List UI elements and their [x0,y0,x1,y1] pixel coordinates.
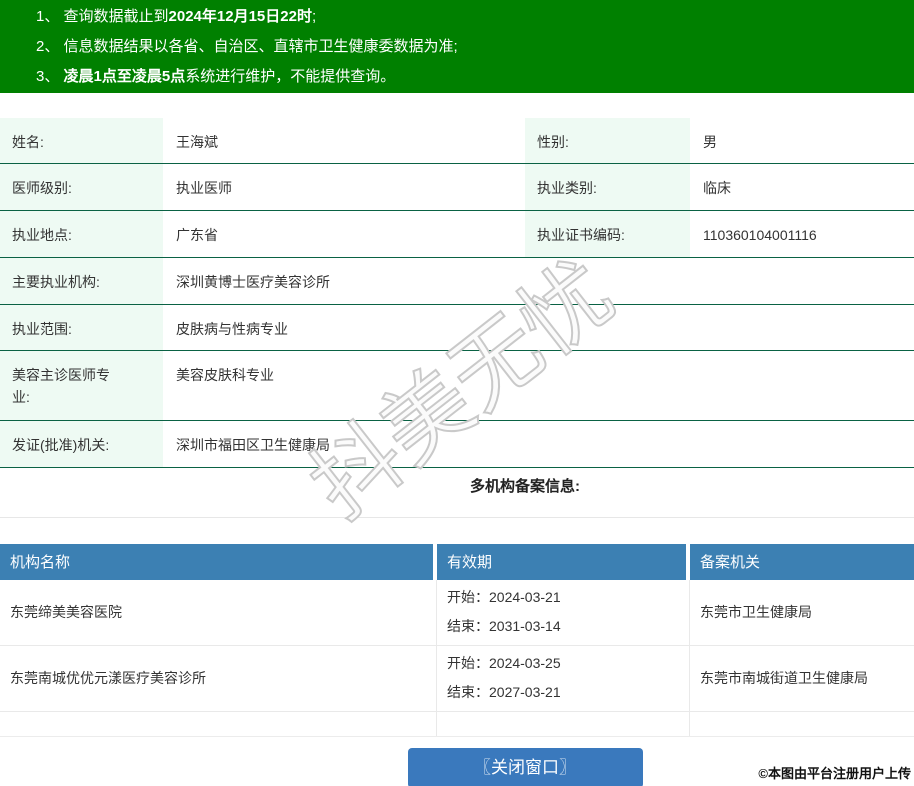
label-practice-location: 执业地点: [0,210,163,258]
end-date: 2027-03-21 [489,684,561,700]
notice-line-3: 3、 凌晨1点至凌晨5点系统进行维护，不能提供查询。 [36,62,914,92]
validity-start: 开始：2024-04-22 [447,730,689,737]
label-doctor-level: 医师级别: [0,163,163,211]
value-practice-category: 临床 [690,163,914,211]
start-date: 2024-03-25 [489,655,561,671]
notice-text: ; [311,8,317,25]
start-label: 开始： [447,589,489,605]
validity-start: 开始：2024-03-21 [447,583,689,612]
validity-start: 开始：2024-03-25 [447,649,689,678]
notice-bold-text: 2024年12月15日22时 [168,8,312,25]
institution-name: 东莞缔美美容医院 [0,579,437,646]
info-row-main-institution: 主要执业机构: 深圳黄博士医疗美容诊所 [0,257,914,305]
value-gender: 男 [690,118,914,164]
label-name: 姓名: [0,118,163,164]
validity-period: 开始：2024-03-25 结束：2027-03-21 [437,645,690,712]
start-date: 2024-03-21 [489,589,561,605]
end-date: 2031-03-14 [489,618,561,634]
validity-period: 开始：2024-03-21 结束：2031-03-14 [437,579,690,646]
info-row-level-category: 医师级别: 执业医师 执业类别: 临床 [0,163,914,211]
info-row-location-license: 执业地点: 广东省 执业证书编码: 110360104001116 [0,210,914,258]
filing-row: 东莞缔美美容医院 开始：2024-03-21 结束：2031-03-14 东莞市… [0,579,914,646]
notice-line-1: 1、 查询数据截止到2024年12月15日22时; [36,2,914,32]
end-label: 结束： [447,684,489,700]
value-name: 王海斌 [163,118,525,164]
notice-line-2: 2、 信息数据结果以各省、自治区、直辖市卫生健康委数据为准; [36,32,914,62]
label-practice-category: 执业类别: [525,163,690,211]
value-main-institution: 深圳黄博士医疗美容诊所 [163,257,914,305]
end-label: 结束： [447,618,489,634]
filing-authority: 东莞市南城街道卫生健康局 [690,646,914,712]
info-row-issuing-authority: 发证(批准)机关: 深圳市福田区卫生健康局 [0,420,914,468]
notice-text: 1、 查询数据截止到 [36,8,169,25]
filing-table-clip-area: 机构名称 有效期 备案机关 东莞缔美美容医院 开始：2024-03-21 结束：… [0,543,914,737]
info-row-practice-scope: 执业范围: 皮肤病与性病专业 [0,304,914,351]
filing-header-row: 机构名称 有效期 备案机关 [0,543,914,580]
col-header-institution: 机构名称 [0,543,437,580]
validity-period: 开始：2024-04-22 [437,711,690,737]
info-row-name-gender: 姓名: 王海斌 性别: 男 [0,118,914,164]
filing-row: 东莞南城优优元漾医疗美容诊所 开始：2024-03-25 结束：2027-03-… [0,645,914,712]
info-row-cosmetic-specialty: 美容主诊医师专业: 美容皮肤科专业 [0,350,914,421]
validity-end: 结束：2031-03-14 [447,612,689,641]
query-result-window: 1、 查询数据截止到2024年12月15日22时; 2、 信息数据结果以各省、自… [0,0,914,786]
notice-text: 3、 [36,68,64,85]
notice-banner: 1、 查询数据截止到2024年12月15日22时; 2、 信息数据结果以各省、自… [0,0,914,93]
institution-name [0,711,437,736]
start-label: 开始： [447,736,489,737]
label-main-institution: 主要执业机构: [0,257,163,305]
value-practice-location: 广东省 [163,210,525,258]
notice-text: 2、 信息数据结果以各省、自治区、直辖市卫生健康委数据为准; [36,38,458,55]
section-divider [0,516,914,518]
start-label: 开始： [447,655,489,671]
filing-row-partial: 开始：2024-04-22 [0,711,914,737]
col-header-validity: 有效期 [437,543,690,580]
start-date: 2024-04-22 [489,736,561,737]
label-cosmetic-specialty: 美容主诊医师专业: [0,350,163,421]
filing-authority: 东莞市卫生健康局 [690,580,914,646]
label-license-number: 执业证书编码: [525,210,690,258]
value-license-number: 110360104001116 [690,210,914,258]
value-issuing-authority: 深圳市福田区卫生健康局 [163,420,914,468]
value-practice-scope: 皮肤病与性病专业 [163,304,914,351]
label-gender: 性别: [525,118,690,164]
notice-text: 系统进行维护，不能提供查询。 [185,68,396,85]
filing-section-title: 多机构备案信息: [470,477,580,495]
label-practice-scope: 执业范围: [0,304,163,351]
page-content: 1、 查询数据截止到2024年12月15日22时; 2、 信息数据结果以各省、自… [0,0,914,786]
validity-end: 结束：2027-03-21 [447,678,689,707]
notice-bold-text: 凌晨1点至凌晨5点 [63,68,186,85]
col-header-authority: 备案机关 [690,543,914,580]
close-window-button[interactable]: 〖关闭窗口〗 [407,747,643,786]
value-doctor-level: 执业医师 [163,163,525,211]
doctor-info-table: 姓名: 王海斌 性别: 男 医师级别: 执业医师 执业类别: 临床 执业地点: … [0,118,914,468]
value-cosmetic-specialty: 美容皮肤科专业 [163,350,914,421]
institution-name: 东莞南城优优元漾医疗美容诊所 [0,645,437,712]
filing-authority [690,712,914,736]
filing-table: 机构名称 有效期 备案机关 东莞缔美美容医院 开始：2024-03-21 结束：… [0,543,914,737]
label-issuing-authority: 发证(批准)机关: [0,420,163,468]
upload-attribution-note: ©本图由平台注册用户上传 [758,766,911,781]
